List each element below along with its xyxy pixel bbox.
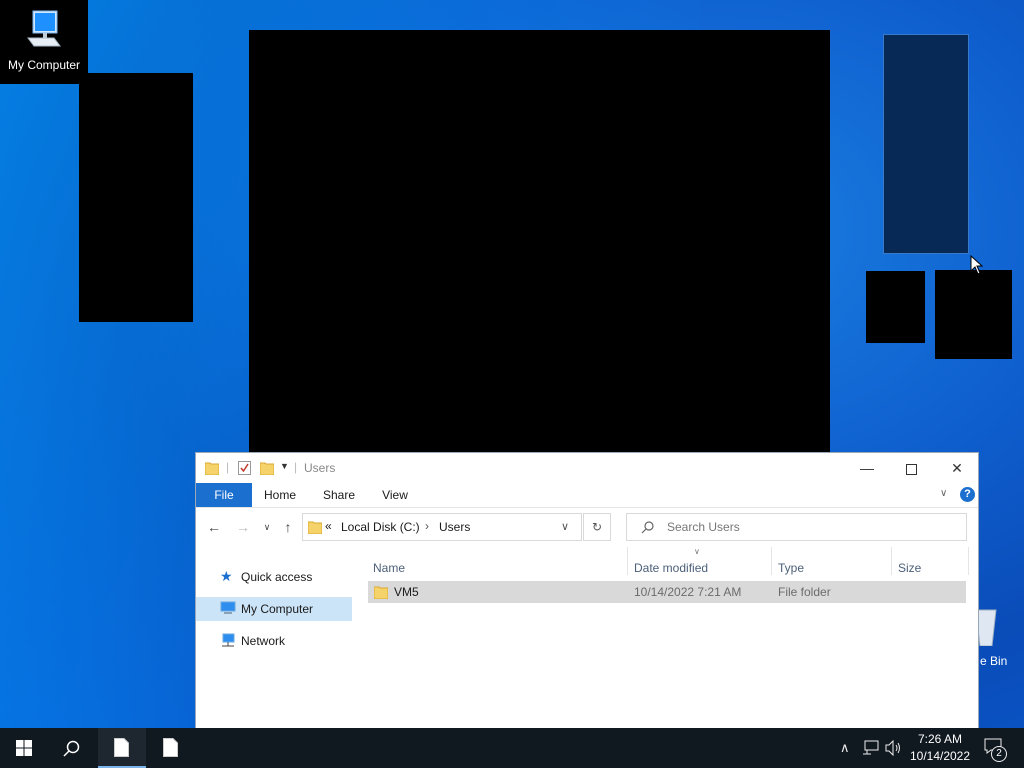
title-separator: | — [294, 460, 298, 474]
tab-file[interactable]: File — [196, 483, 252, 507]
column-separator[interactable] — [968, 547, 969, 575]
volume-icon[interactable] — [885, 740, 903, 756]
properties-icon[interactable] — [238, 461, 251, 475]
redacted-region — [866, 271, 925, 343]
refresh-icon: ↻ — [591, 520, 603, 534]
maximize-icon — [905, 463, 917, 475]
document-icon — [114, 738, 129, 757]
help-icon[interactable]: ? — [960, 487, 975, 502]
new-folder-icon[interactable] — [260, 461, 274, 475]
folder-icon — [374, 586, 388, 599]
computer-icon — [27, 10, 61, 47]
mouse-cursor-icon — [970, 255, 984, 275]
back-arrow-icon: ← — [207, 519, 221, 535]
search-box[interactable]: Search Users — [626, 513, 967, 541]
search-placeholder: Search Users — [667, 520, 740, 534]
up-arrow-icon: ↑ — [284, 519, 292, 535]
refresh-button[interactable]: ↻ — [583, 513, 611, 541]
network-icon — [222, 633, 235, 647]
row-name: VM5 — [394, 585, 419, 599]
breadcrumb-users[interactable]: Users — [439, 520, 470, 534]
address-bar[interactable]: « Local Disk (C:) › Users ∨ — [302, 513, 582, 541]
folder-icon — [205, 462, 219, 475]
sidebar-item-quick-access[interactable]: ★ Quick access — [196, 565, 352, 589]
star-icon: ★ — [220, 568, 233, 584]
show-hidden-icons-chevron-up-icon[interactable]: ∧ — [840, 740, 850, 756]
clock-time: 7:26 AM — [917, 732, 963, 746]
column-separator[interactable] — [771, 547, 772, 575]
redacted-region — [79, 73, 193, 322]
breadcrumb-local-disk[interactable]: Local Disk (C:) — [341, 520, 420, 534]
drag-selection-rect — [883, 34, 969, 254]
desktop: My Computer e Bin | ▼ | Users — ✕ File H… — [0, 0, 1024, 768]
address-dropdown-icon[interactable]: ∨ — [561, 520, 569, 533]
clock-date: 10/14/2022 — [909, 749, 971, 763]
sidebar-item-network[interactable]: Network — [196, 629, 352, 653]
window-title: Users — [304, 461, 336, 475]
forward-button[interactable]: → — [234, 518, 252, 536]
action-center-button[interactable]: 2 — [980, 736, 1010, 762]
desktop-icon-label: e Bin — [980, 654, 1008, 668]
chevron-down-icon: ∨ — [263, 522, 271, 532]
desktop-icon-label: My Computer — [7, 58, 81, 72]
navigation-bar: ← → ∨ ↑ « Local Disk (C:) › Users ∨ ↻ Se… — [196, 508, 978, 546]
tab-home[interactable]: Home — [258, 483, 302, 507]
minimize-icon: — — [860, 460, 874, 476]
tab-share[interactable]: Share — [318, 483, 360, 507]
table-row[interactable]: VM5 10/14/2022 7:21 AM File folder — [368, 581, 966, 603]
search-button[interactable] — [48, 728, 96, 768]
file-list: Name ∨ Date modified Type Size VM5 10/14… — [368, 547, 978, 729]
sidebar-item-label: My Computer — [241, 602, 314, 616]
tab-view[interactable]: View — [376, 483, 414, 507]
customize-quick-access-icon[interactable]: ▼ — [280, 461, 289, 471]
row-type: File folder — [778, 585, 831, 599]
sort-indicator-icon: ∨ — [694, 547, 700, 556]
file-explorer-window[interactable]: | ▼ | Users — ✕ File Home Share View ∨ ?… — [195, 452, 979, 730]
search-icon — [63, 740, 80, 757]
start-button[interactable] — [0, 728, 48, 768]
computer-icon — [220, 601, 236, 614]
sidebar-item-label: Quick access — [241, 570, 313, 584]
taskbar-app-notepad[interactable] — [98, 728, 146, 768]
minimize-button[interactable]: — — [844, 453, 890, 483]
windows-logo-icon — [16, 740, 32, 756]
network-status-icon[interactable] — [862, 740, 880, 756]
title-bar[interactable]: | ▼ | Users — ✕ — [196, 453, 978, 483]
breadcrumb-separator-icon: › — [425, 519, 429, 533]
ribbon: File Home Share View ∨ ? — [196, 483, 978, 508]
search-icon — [641, 521, 654, 534]
column-header-date-modified[interactable]: Date modified — [634, 561, 708, 575]
close-button[interactable]: ✕ — [934, 453, 980, 483]
recent-locations-button[interactable]: ∨ — [258, 518, 276, 536]
column-separator[interactable] — [627, 547, 628, 575]
column-header-name[interactable]: Name — [373, 561, 405, 575]
taskbar: ∧ 7:26 AM 10/14/2022 2 — [0, 728, 1024, 768]
title-separator: | — [226, 460, 230, 474]
system-clock[interactable]: 7:26 AM 10/14/2022 — [905, 731, 975, 765]
address-overflow[interactable]: « — [325, 519, 332, 533]
sidebar-item-my-computer[interactable]: My Computer — [196, 597, 352, 621]
navigation-pane: ★ Quick access My Computer Network — [196, 547, 352, 729]
column-separator[interactable] — [891, 547, 892, 575]
maximize-button[interactable] — [888, 453, 934, 483]
column-header-type[interactable]: Type — [778, 561, 804, 575]
redacted-region — [935, 270, 1012, 359]
recycle-bin-icon — [976, 609, 997, 646]
expand-ribbon-icon[interactable]: ∨ — [940, 488, 947, 499]
back-button[interactable]: ← — [205, 518, 223, 536]
redacted-region — [249, 30, 830, 452]
folder-icon — [308, 521, 322, 534]
document-icon — [163, 738, 178, 757]
row-date-modified: 10/14/2022 7:21 AM — [634, 585, 742, 599]
desktop-icon-my-computer[interactable]: My Computer — [0, 0, 88, 84]
column-header-size[interactable]: Size — [898, 561, 921, 575]
forward-arrow-icon: → — [236, 519, 250, 535]
notification-count-badge: 2 — [991, 746, 1007, 762]
sidebar-item-label: Network — [241, 634, 286, 648]
up-button[interactable]: ↑ — [279, 518, 297, 536]
taskbar-app-document[interactable] — [147, 728, 195, 768]
close-icon: ✕ — [951, 460, 963, 476]
